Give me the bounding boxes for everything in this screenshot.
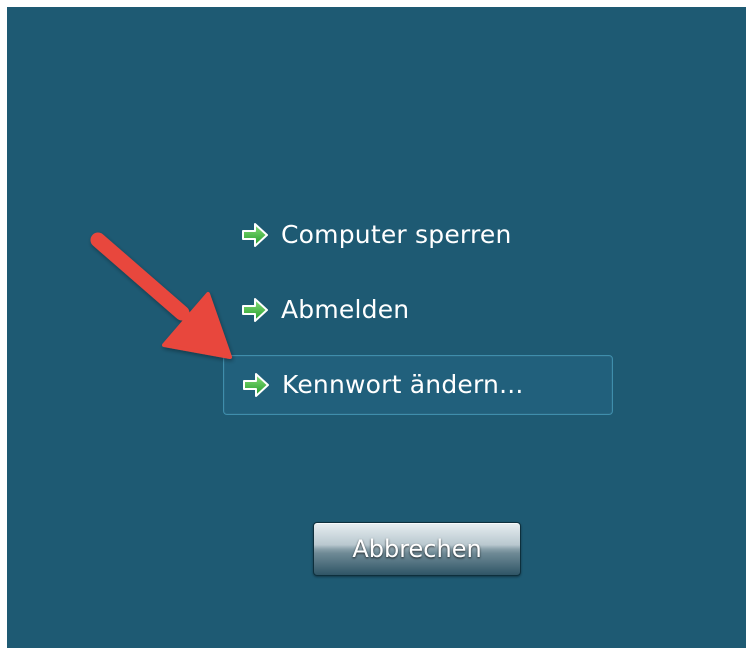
lock-computer-label: Computer sperren [281,219,512,249]
security-screen: Computer sperren Abmelden Kennwort änder… [7,7,746,648]
sign-out-option[interactable]: Abmelden [223,280,613,340]
cancel-button[interactable]: Abbrechen [313,522,521,576]
green-arrow-icon [243,373,269,397]
change-password-option[interactable]: Kennwort ändern... [223,355,613,415]
sign-out-label: Abmelden [281,294,410,324]
green-arrow-icon [242,223,268,247]
green-arrow-icon [242,298,268,322]
change-password-label: Kennwort ändern... [282,369,524,399]
lock-computer-option[interactable]: Computer sperren [223,205,613,265]
